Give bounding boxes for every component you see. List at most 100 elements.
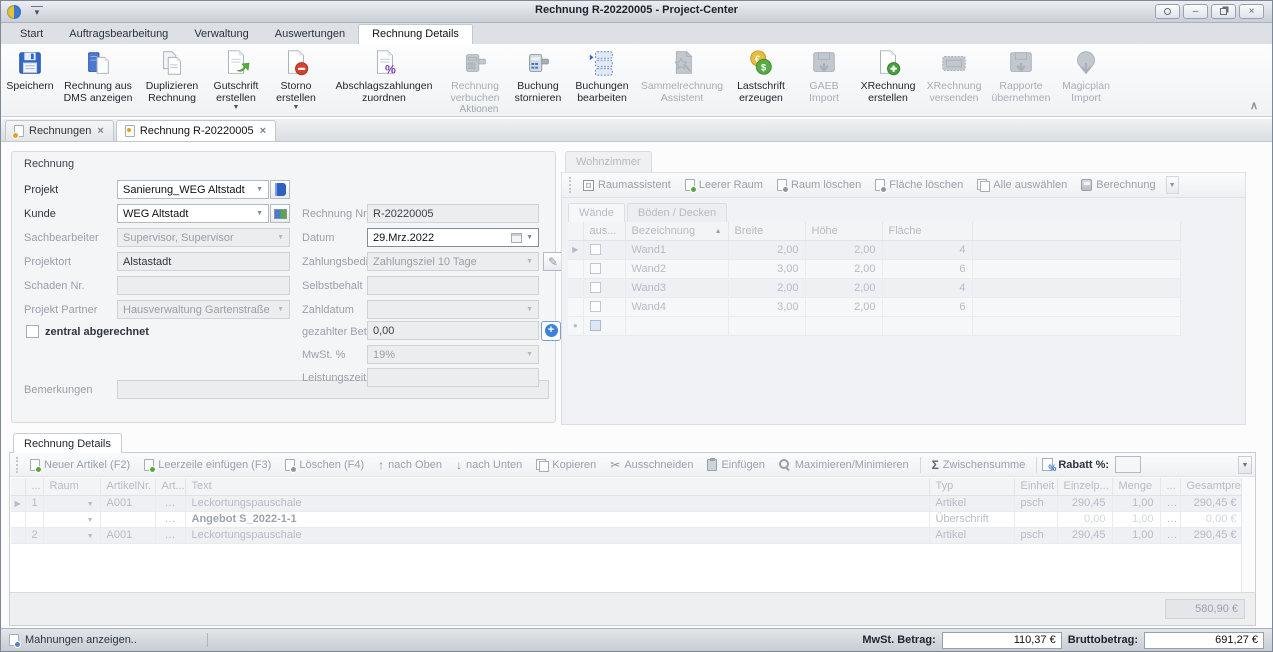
projekt-partner-label: Projekt Partner bbox=[24, 304, 97, 316]
chevron-down-icon[interactable]: ▼ bbox=[526, 234, 533, 241]
move-up-button: ↑nach Oben bbox=[372, 457, 448, 473]
projektort-field: Alstastadt bbox=[117, 252, 290, 271]
ribbon-tab-rechnung-details[interactable]: Rechnung Details bbox=[358, 24, 473, 44]
pen-icon: ✎ bbox=[548, 255, 558, 269]
ribbon: Speichern Rechnung aus DMS anzeigen Dupl… bbox=[1, 44, 1272, 117]
restore-button[interactable] bbox=[1211, 4, 1236, 19]
col-dots2: ... bbox=[1160, 478, 1180, 495]
col-dots: ... bbox=[25, 478, 43, 495]
magnifier-icon bbox=[779, 459, 791, 471]
calculation-icon bbox=[1081, 179, 1092, 191]
doc-tab-rechnung-r20220005[interactable]: Rechnung R-20220005 × bbox=[116, 120, 276, 141]
col-raum: Raum bbox=[43, 478, 100, 495]
ellipsis-button: … bbox=[155, 495, 185, 511]
collective-invoice-wizard-button: Sammelrechnung Assistent bbox=[635, 46, 729, 106]
envelope-icon bbox=[939, 48, 969, 78]
row-checkbox bbox=[590, 244, 601, 255]
new-article-button: Neuer Artikel (F2) bbox=[24, 457, 136, 473]
green-dot-icon bbox=[35, 466, 42, 473]
create-direct-debit-button[interactable]: €$ Lastschrift erzeugen bbox=[729, 46, 793, 106]
mwst-betrag-value: 110,37 € bbox=[942, 632, 1062, 649]
show-invoice-from-dms-button[interactable]: Rechnung aus DMS anzeigen bbox=[57, 46, 139, 106]
tab-rechnung-details[interactable]: Rechnung Details bbox=[13, 433, 122, 453]
create-xrechnung-button[interactable]: XRechnung erstellen bbox=[855, 46, 921, 106]
ribbon-collapse-icon[interactable]: ∧ bbox=[1250, 99, 1258, 112]
assign-partial-payments-button[interactable]: % Abschlagszahlungen zuordnen bbox=[325, 46, 443, 106]
gray-dot-icon bbox=[880, 186, 887, 193]
mwst-combobox: 19%▼ bbox=[367, 345, 539, 364]
ellipsis-button: … bbox=[155, 511, 185, 527]
chevron-down-icon[interactable]: ▼ bbox=[256, 186, 263, 193]
sachbearbeiter-combobox: Supervisor, Supervisor▼ bbox=[117, 228, 290, 247]
empty-room-button: Leerer Raum bbox=[679, 177, 769, 193]
col-einheit: Einheit bbox=[1014, 478, 1057, 495]
ellipsis-button: … bbox=[1160, 527, 1180, 543]
vertical-scrollbar[interactable] bbox=[1241, 478, 1254, 593]
title-bar: ▼ Rechnung R-20220005 - Project-Center –… bbox=[1, 1, 1272, 23]
zahlungsbedingungen-edit-button[interactable]: ✎ bbox=[543, 252, 563, 271]
zentral-abgerechnet-checkbox[interactable] bbox=[26, 325, 39, 338]
details-footer: 580,90 € bbox=[10, 592, 1255, 625]
ribbon-tab-start[interactable]: Start bbox=[7, 25, 56, 44]
datum-label: Datum bbox=[302, 232, 334, 244]
duplicate-invoice-button[interactable]: Duplizieren Rechnung bbox=[139, 46, 205, 106]
calendar-icon[interactable] bbox=[511, 233, 522, 243]
toolbar-overflow-dropdown[interactable]: ▼ bbox=[1238, 456, 1252, 474]
ribbon-tab-auswertungen[interactable]: Auswertungen bbox=[262, 25, 358, 44]
show-reminders-link[interactable]: Mahnungen anzeigen.. bbox=[9, 634, 137, 646]
chevron-down-icon[interactable]: ▼ bbox=[256, 210, 263, 217]
send-xrechnung-button: XRechnung versenden bbox=[921, 46, 987, 106]
gaeb-import-button: GAEB Import bbox=[793, 46, 855, 106]
col-artikelnr: ArtikelNr. bbox=[100, 478, 155, 495]
cancel-posting-button[interactable]: Buchung stornieren bbox=[507, 46, 569, 106]
chevron-down-icon: ▼ bbox=[277, 234, 284, 241]
delete-area-icon bbox=[875, 179, 885, 191]
close-tab-icon[interactable]: × bbox=[259, 125, 267, 137]
invoice-details-panel: Neuer Artikel (F2) Leerzeile einfügen (F… bbox=[9, 452, 1256, 626]
add-payment-button[interactable]: + bbox=[541, 321, 561, 341]
ellipsis-button: … bbox=[155, 527, 185, 543]
cash-register-icon bbox=[460, 48, 490, 78]
svg-text:%: % bbox=[385, 62, 396, 76]
kunde-combobox[interactable]: WEG Altstadt▼ bbox=[117, 204, 269, 223]
document-tab-bar: Rechnungen × Rechnung R-20220005 × bbox=[1, 119, 1272, 142]
toolbar-overflow-dropdown[interactable]: ▼ bbox=[1166, 176, 1179, 194]
maximize-minimize-button: Maximieren/Minimieren bbox=[773, 457, 915, 473]
projekt-lookup-button[interactable] bbox=[270, 180, 290, 199]
projekt-label: Projekt bbox=[24, 184, 58, 196]
projektort-label: Projektort bbox=[24, 256, 71, 268]
projekt-partner-combobox: Hausverwaltung Gartenstraße▼ bbox=[117, 300, 290, 319]
datum-datepicker[interactable]: 29.Mrz.2022 ▼ bbox=[367, 228, 539, 247]
ribbon-tab-auftragsbearbeitung[interactable]: Auftragsbearbeitung bbox=[56, 25, 181, 44]
ribbon-tab-verwaltung[interactable]: Verwaltung bbox=[181, 25, 261, 44]
minimize-button[interactable]: – bbox=[1183, 4, 1208, 19]
kunde-label: Kunde bbox=[24, 208, 56, 220]
add-room-icon bbox=[685, 179, 695, 191]
details-toolbar: Neuer Artikel (F2) Leerzeile einfügen (F… bbox=[10, 453, 1255, 477]
fullscreen-button[interactable] bbox=[1155, 4, 1180, 19]
xrechnung-create-icon bbox=[873, 48, 903, 78]
item-row: 2 ▼ A001 … Leckortungspauschale Artikel … bbox=[11, 527, 1243, 543]
svg-text:$: $ bbox=[761, 63, 767, 73]
delete-room-icon bbox=[777, 179, 787, 191]
chevron-down-icon: ▼ bbox=[87, 517, 94, 524]
gray-dot-icon bbox=[290, 466, 297, 473]
sachbearbeiter-label: Sachbearbeiter bbox=[24, 232, 99, 244]
edit-postings-button[interactable]: Buchungen bearbeiten bbox=[569, 46, 635, 106]
bruttobetrag-value: 691,27 € bbox=[1144, 632, 1264, 649]
projekt-combobox[interactable]: Sanierung_WEG Altstadt▼ bbox=[117, 180, 269, 199]
rabatt-input[interactable] bbox=[1115, 456, 1141, 473]
room-tab-wohnzimmer: Wohnzimmer bbox=[565, 151, 652, 172]
window-title: Rechnung R-20220005 - Project-Center bbox=[1, 4, 1272, 16]
save-button[interactable]: Speichern bbox=[3, 46, 57, 102]
col-menge: Menge bbox=[1112, 478, 1160, 495]
toolbar-grip bbox=[569, 177, 572, 193]
close-tab-icon[interactable]: × bbox=[96, 125, 104, 137]
toolbar-separator bbox=[1036, 457, 1037, 473]
status-bar: Mahnungen anzeigen.. MwSt. Betrag: 110,3… bbox=[1, 628, 1272, 651]
row-checkbox bbox=[590, 301, 601, 312]
kunde-lookup-button[interactable] bbox=[270, 204, 290, 223]
doc-tab-rechnungen[interactable]: Rechnungen × bbox=[5, 120, 114, 141]
close-button[interactable]: × bbox=[1239, 4, 1264, 19]
orange-dot-icon bbox=[12, 132, 19, 139]
